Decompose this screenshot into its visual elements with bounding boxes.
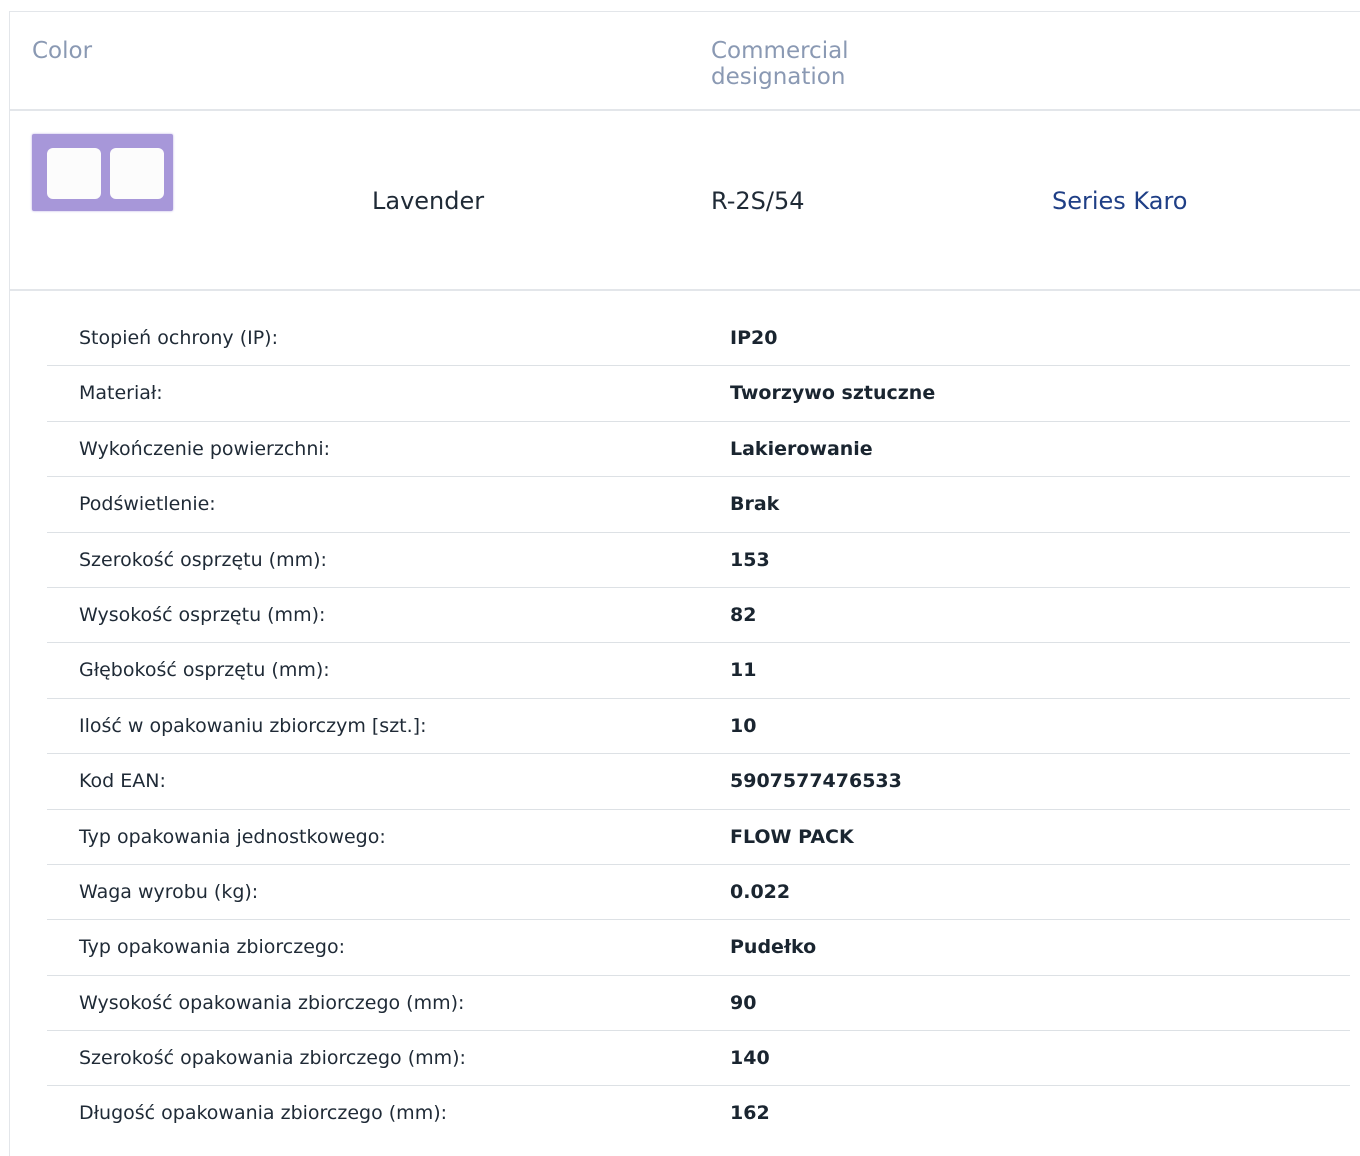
spec-label: Podświetlenie: xyxy=(79,493,216,516)
spec-value: 140 xyxy=(730,1047,770,1070)
table-header-row: Color Commercial designation xyxy=(10,12,1360,111)
spec-row: Typ opakowania zbiorczego: Pudełko xyxy=(47,920,1350,976)
spec-label: Wysokość osprzętu (mm): xyxy=(79,603,326,626)
spec-row: Materiał: Tworzywo sztuczne xyxy=(47,366,1350,422)
spec-row: Waga wyrobu (kg): 0.022 xyxy=(47,865,1350,921)
spec-label: Waga wyrobu (kg): xyxy=(79,880,259,903)
spec-value: 10 xyxy=(730,714,757,737)
spec-row: Szerokość opakowania zbiorczego (mm): 140 xyxy=(47,1031,1350,1087)
spec-value: Brak xyxy=(730,493,780,516)
product-row: Lavender R-2S/54 Series Karo xyxy=(10,111,1360,291)
frame-opening-left xyxy=(47,148,101,199)
designation-column-header: Commercial designation xyxy=(711,38,849,90)
spec-label: Kod EAN: xyxy=(79,770,166,793)
spec-value: 0.022 xyxy=(730,880,791,903)
spec-value: 153 xyxy=(730,548,770,571)
spec-row: Głębokość osprzętu (mm): 11 xyxy=(47,643,1350,699)
spec-value: 5907577476533 xyxy=(730,770,902,793)
spec-value: Pudełko xyxy=(730,936,817,959)
spec-row: Ilość w opakowaniu zbiorczym [szt.]: 10 xyxy=(47,699,1350,755)
spec-label: Stopień ochrony (IP): xyxy=(79,327,278,349)
spec-value: 11 xyxy=(730,659,757,682)
spec-row: Typ opakowania jednostkowego: FLOW PACK xyxy=(47,810,1350,865)
spec-value: IP20 xyxy=(730,327,778,349)
spec-row: Szerokość osprzętu (mm): 153 xyxy=(47,533,1350,588)
product-panel: Color Commercial designation Lavender R-… xyxy=(9,11,1360,1156)
spec-label: Szerokość opakowania zbiorczego (mm): xyxy=(79,1047,466,1070)
spec-label: Długość opakowania zbiorczego (mm): xyxy=(79,1102,448,1125)
spec-label: Ilość w opakowaniu zbiorczym [szt.]: xyxy=(79,714,427,737)
color-name: Lavender xyxy=(372,187,485,215)
spec-label: Głębokość osprzętu (mm): xyxy=(79,659,330,682)
color-column-header: Color xyxy=(32,38,93,64)
spec-row: Podświetlenie: Brak xyxy=(47,477,1350,533)
spec-value: 90 xyxy=(730,991,757,1014)
spec-label: Materiał: xyxy=(79,382,163,405)
specification-table: Stopień ochrony (IP): IP20 Materiał: Tworzy… xyxy=(47,311,1350,1142)
spec-row: Wysokość opakowania zbiorczego (mm): 90 xyxy=(47,976,1350,1032)
spec-value: Lakierowanie xyxy=(730,437,873,460)
frame-opening-right xyxy=(110,148,164,199)
spec-label: Szerokość osprzętu (mm): xyxy=(79,548,327,571)
spec-value: FLOW PACK xyxy=(730,825,854,848)
spec-label: Typ opakowania zbiorczego: xyxy=(79,936,345,959)
spec-label: Wysokość opakowania zbiorczego (mm): xyxy=(79,991,465,1014)
commercial-designation: R-2S/54 xyxy=(711,187,805,215)
spec-value: 162 xyxy=(730,1102,770,1125)
spec-value: 82 xyxy=(730,603,757,626)
spec-row: Stopień ochrony (IP): IP20 xyxy=(47,311,1350,367)
spec-row: Wykończenie powierzchni: Lakierowanie xyxy=(47,422,1350,478)
spec-row: Kod EAN: 5907577476533 xyxy=(47,754,1350,810)
spec-label: Wykończenie powierzchni: xyxy=(79,437,331,460)
spec-row: Długość opakowania zbiorczego (mm): 162 xyxy=(47,1086,1350,1141)
frame-color-swatch-image xyxy=(32,134,173,211)
spec-row: Wysokość osprzętu (mm): 82 xyxy=(47,588,1350,644)
series-link[interactable]: Series Karo xyxy=(1052,187,1187,215)
spec-value: Tworzywo sztuczne xyxy=(730,382,936,405)
spec-label: Typ opakowania jednostkowego: xyxy=(79,825,386,848)
